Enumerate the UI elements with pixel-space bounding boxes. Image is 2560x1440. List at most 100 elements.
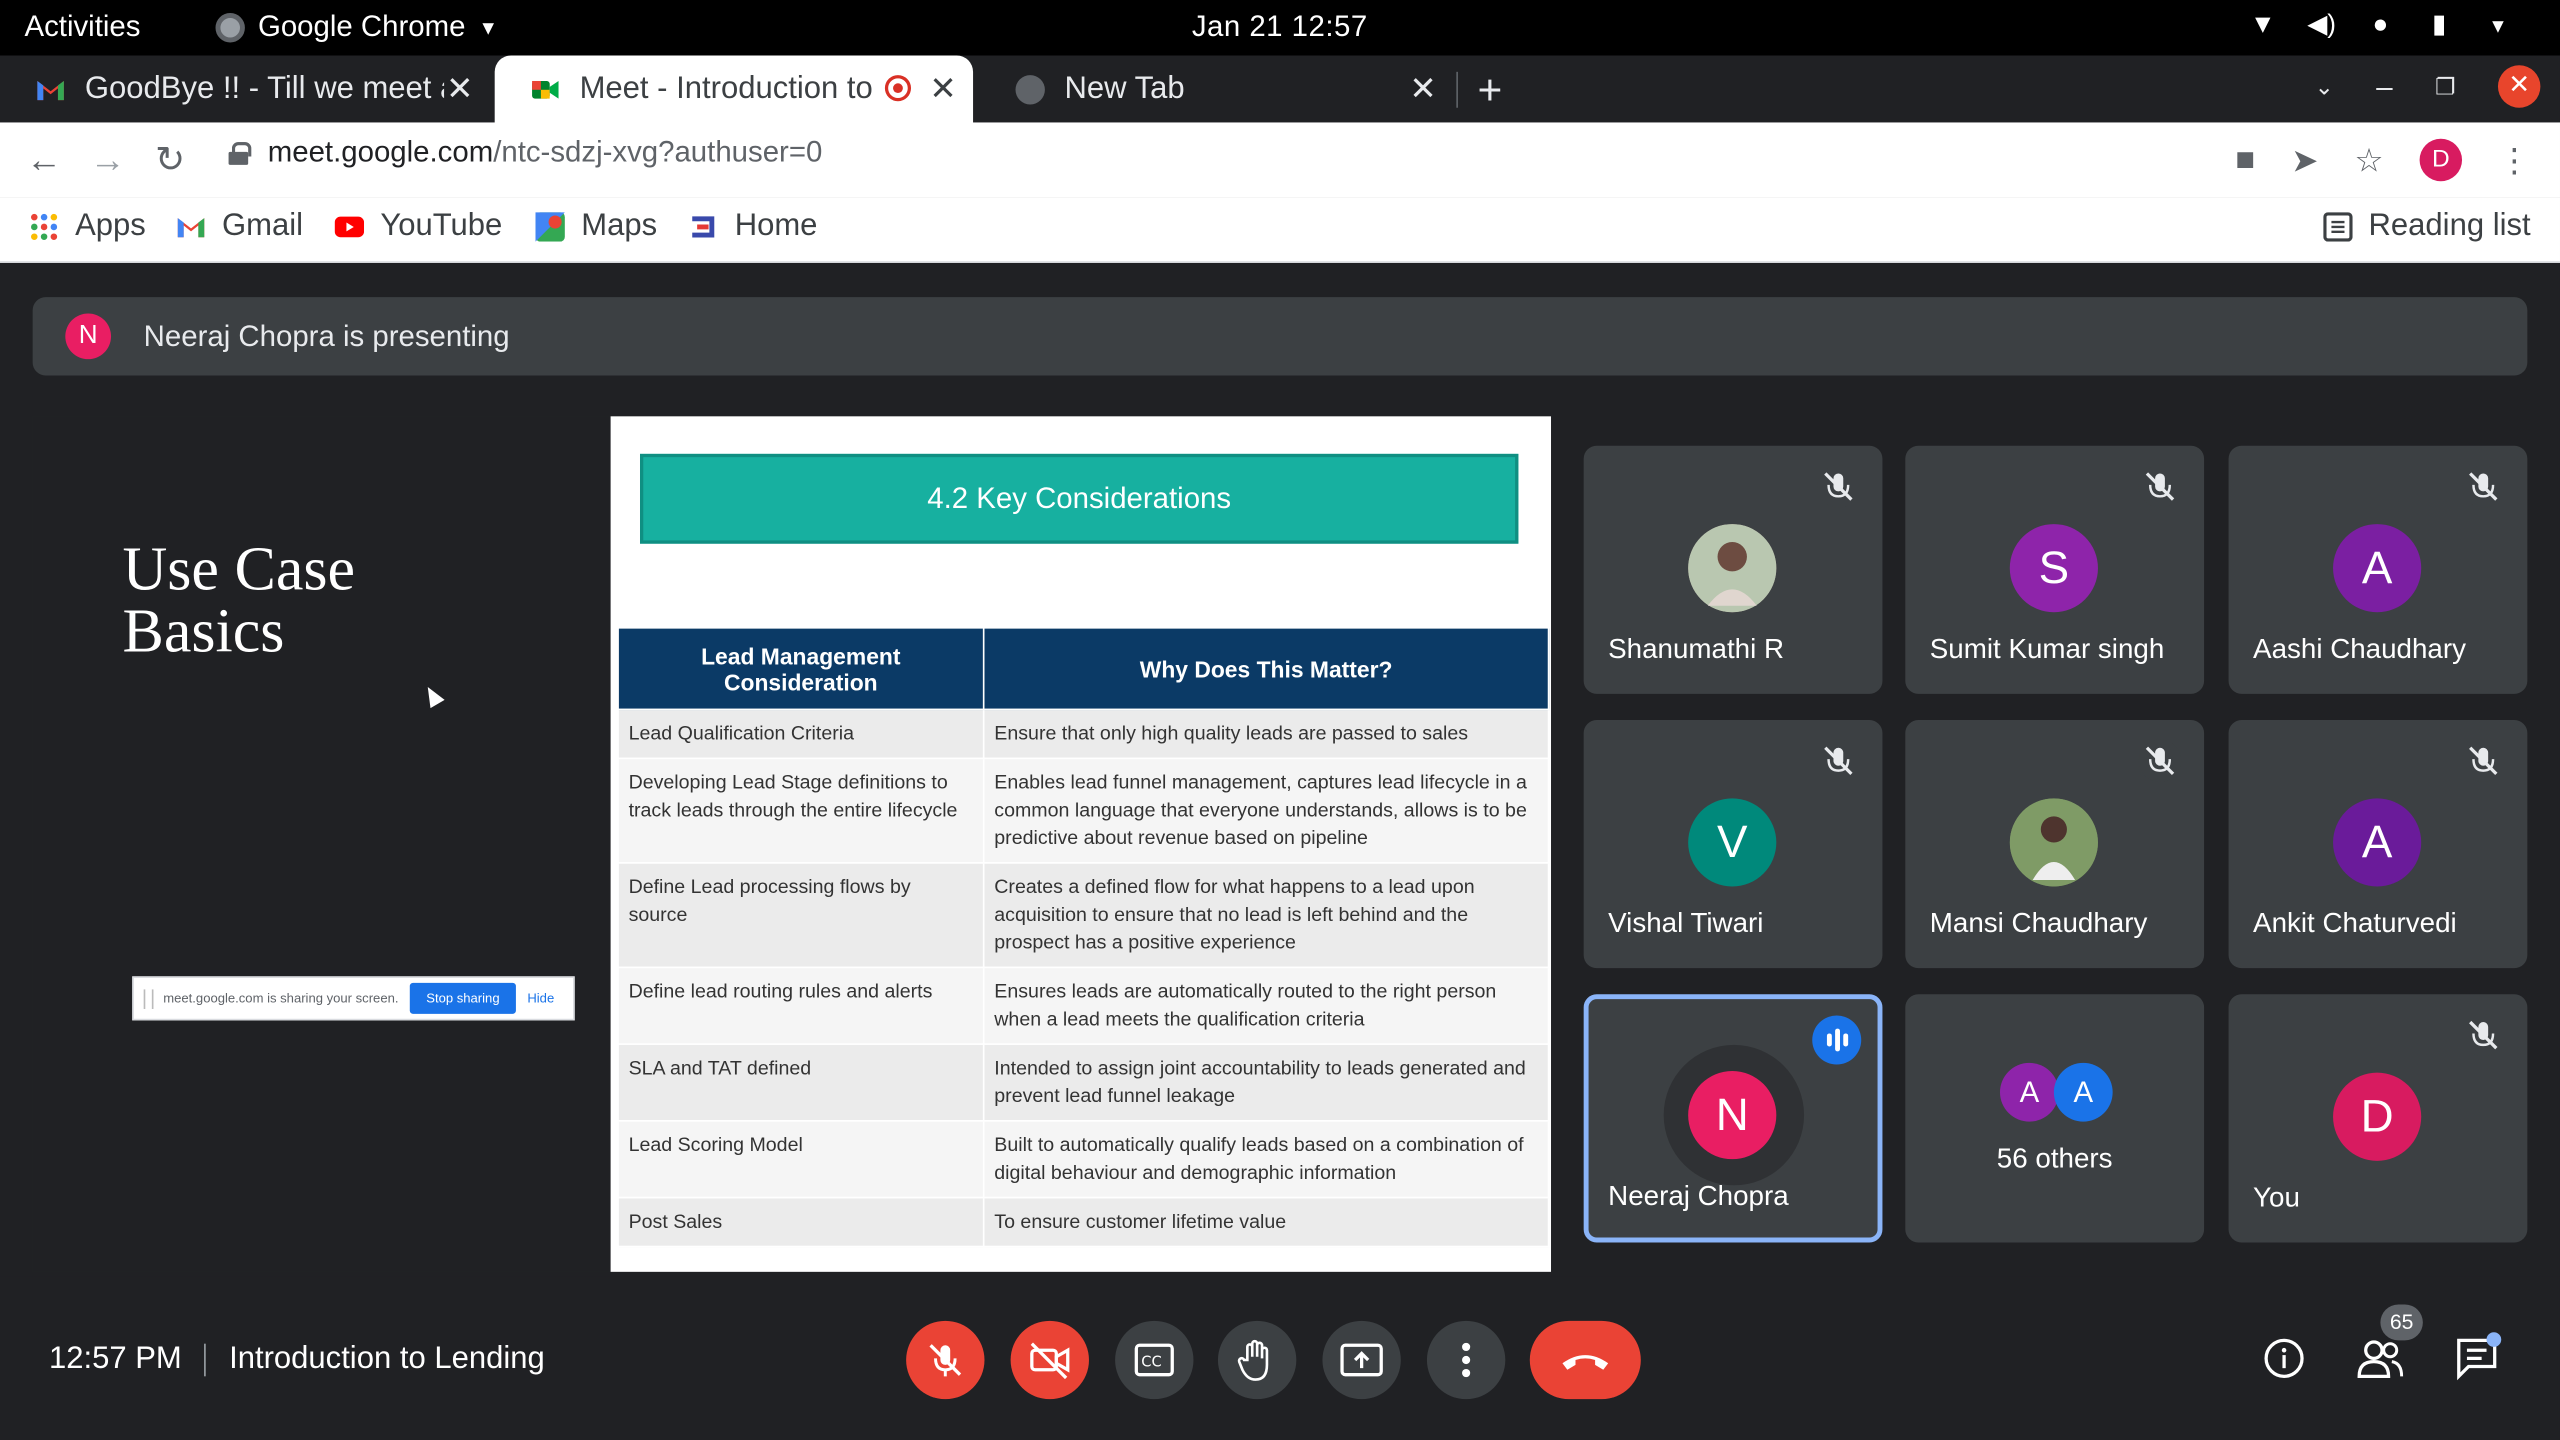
participant-count-badge: 65: [2380, 1304, 2423, 1341]
info-icon: [2264, 1338, 2304, 1378]
participant-tile[interactable]: Mansi Chaudhary: [1905, 719, 2205, 969]
considerations-table: Lead Management Consideration Why Does T…: [617, 626, 1550, 1248]
table-header: Why Does This Matter?: [982, 626, 1550, 711]
bookmark-youtube[interactable]: YouTube: [334, 209, 502, 245]
table-cell: Ensures leads are automatically routed t…: [982, 966, 1550, 1045]
restore-button[interactable]: ❐: [2435, 73, 2456, 101]
others-tile[interactable]: A A 56 others: [1905, 994, 2205, 1243]
close-icon[interactable]: ✕: [929, 69, 956, 110]
globe-icon: [1015, 74, 1045, 104]
table-cell: Creates a defined flow for what happens …: [982, 862, 1550, 969]
table-header: Lead Management Consideration: [617, 626, 985, 711]
presentation-stage[interactable]: Use Case Basics meet.google.com is shari…: [32, 416, 1552, 1272]
present-now-button[interactable]: [1322, 1320, 1401, 1400]
bookmarks-bar: Apps Gmail YouTube Maps Home Reading lis…: [0, 197, 2560, 263]
app-menu[interactable]: Google Chrome ▼: [215, 10, 498, 44]
participant-avatar: N: [1688, 1071, 1777, 1160]
captions-button[interactable]: CC: [1115, 1320, 1194, 1400]
bookmark-apps[interactable]: Apps: [29, 209, 146, 245]
bookmark-label: Gmail: [222, 208, 304, 244]
tab-title: New Tab: [1064, 71, 1185, 106]
participant-tile[interactable]: A Ankit Chaturvedi: [2228, 719, 2528, 969]
home-icon: [692, 216, 715, 238]
participant-tile[interactable]: A Aashi Chaudhary: [2228, 445, 2528, 694]
clock[interactable]: Jan 21 12:57: [1192, 10, 1368, 44]
system-tray[interactable]: ▼ ◀) ● ▮ ▼: [2247, 10, 2515, 43]
activities-button[interactable]: Activities: [24, 10, 140, 44]
tab-strip: GoodBye !! - Till we meet again ✕ Meet -…: [0, 55, 2560, 123]
stop-sharing-button[interactable]: Stop sharing: [409, 982, 516, 1014]
closed-captions-icon: CC: [1134, 1343, 1174, 1377]
bookmark-home[interactable]: Home: [689, 209, 817, 245]
meeting-details-button[interactable]: [2260, 1334, 2309, 1383]
address-bar[interactable]: meet.google.com/ntc-sdzj-xvg?authuser=0: [228, 135, 823, 170]
shared-slide: 4.2 Key Considerations Lead Management C…: [610, 416, 1552, 1272]
microphone-toggle-button[interactable]: [906, 1320, 985, 1400]
more-options-button[interactable]: [1426, 1320, 1506, 1400]
tab-title: GoodBye !! - Till we meet again: [84, 71, 444, 106]
table-cell: Built to automatically qualify leads bas…: [982, 1119, 1550, 1199]
participant-avatar: V: [1688, 798, 1777, 887]
tab-search-icon[interactable]: ⌄: [2315, 73, 2334, 101]
participant-tile[interactable]: V Vishal Tiwari: [1583, 719, 1883, 969]
recording-icon: [884, 75, 912, 102]
url-path: /ntc-sdzj-xvg?authuser=0: [493, 135, 823, 169]
bookmark-label: Maps: [581, 208, 658, 244]
new-tab-button[interactable]: +: [1478, 65, 1503, 116]
participant-name: Neeraj Chopra: [1608, 1180, 1789, 1212]
battery-icon: ▮: [2431, 11, 2447, 40]
participant-tile[interactable]: Shanumathi R: [1583, 445, 1883, 694]
hide-button[interactable]: Hide: [527, 991, 554, 1006]
share-notice-text: meet.google.com is sharing your screen.: [163, 991, 399, 1006]
reading-list-button[interactable]: Reading list: [2322, 209, 2531, 245]
window-close-button[interactable]: ✕: [2497, 65, 2541, 108]
raise-hand-button[interactable]: [1217, 1320, 1297, 1400]
table-cell: Developing Lead Stage definitions to tra…: [617, 757, 985, 864]
person-photo-icon: [2009, 798, 2098, 887]
participant-tile-speaking[interactable]: N Neeraj Chopra: [1583, 994, 1883, 1243]
others-count-label: 56 others: [1996, 1142, 2113, 1174]
back-button[interactable]: ←: [26, 139, 62, 181]
close-icon[interactable]: ✕: [1409, 69, 1436, 110]
others-avatar: A: [1999, 1062, 2059, 1122]
bookmark-star-icon[interactable]: ☆: [2354, 140, 2383, 181]
table-header-row: Lead Management Consideration Why Does T…: [617, 626, 1550, 711]
close-icon[interactable]: ✕: [446, 69, 473, 110]
camera-toggle-button[interactable]: [1010, 1320, 1089, 1400]
chrome-icon: [215, 12, 245, 42]
gmail-icon: [37, 80, 64, 100]
mic-off-icon: [2138, 465, 2182, 508]
bookmark-gmail[interactable]: Gmail: [176, 209, 303, 245]
tab-new-tab[interactable]: New Tab ✕: [980, 56, 1453, 123]
window-controls: ⌄ – ❐ ✕: [2315, 65, 2541, 108]
forward-button[interactable]: →: [90, 139, 126, 181]
tab-divider: [1456, 71, 1458, 108]
leave-call-button[interactable]: [1529, 1320, 1641, 1400]
table-cell: To ensure customer lifetime value: [982, 1196, 1550, 1248]
profile-avatar[interactable]: D: [2419, 138, 2463, 182]
show-everyone-button[interactable]: [2356, 1334, 2405, 1383]
mic-off-icon: [2462, 1013, 2505, 1057]
table-cell: Enables lead funnel management, captures…: [982, 757, 1550, 864]
camera-icon[interactable]: ■: [2235, 141, 2255, 179]
table-cell: Define lead routing rules and alerts: [617, 966, 985, 1045]
table-cell: Define Lead processing flows by source: [617, 862, 985, 969]
self-tile[interactable]: D You: [2228, 994, 2528, 1243]
table-cell: Lead Scoring Model: [617, 1119, 985, 1199]
tab-meet[interactable]: Meet - Introduction to Lending ✕: [494, 55, 974, 123]
slide-section-title: Use Case Basics: [122, 539, 355, 663]
reload-button[interactable]: ↻: [155, 139, 185, 181]
hang-up-icon: [1562, 1355, 1609, 1370]
participant-tile[interactable]: S Sumit Kumar singh: [1905, 445, 2205, 694]
presenter-avatar: N: [65, 313, 112, 360]
table-row: Lead Scoring Model Built to automatically…: [617, 1119, 1550, 1199]
video-off-icon: [1030, 1342, 1070, 1380]
lock-icon[interactable]: [228, 141, 252, 165]
bookmark-maps[interactable]: Maps: [535, 208, 658, 245]
more-vert-icon[interactable]: ⋮: [2498, 140, 2531, 181]
send-icon[interactable]: ➤: [2291, 140, 2318, 181]
participant-name: Sumit Kumar singh: [1929, 633, 2165, 665]
minimize-button[interactable]: –: [2376, 69, 2392, 103]
reading-list-icon: [2322, 212, 2353, 242]
tab-gmail[interactable]: GoodBye !! - Till we meet again ✕: [0, 56, 490, 123]
